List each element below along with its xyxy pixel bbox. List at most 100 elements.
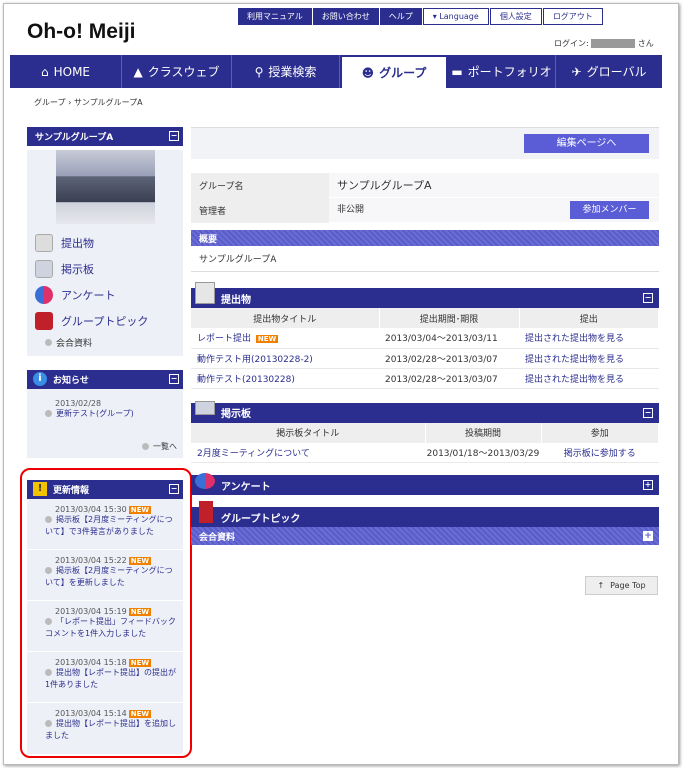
submission-title-link[interactable]: 動作テスト(20130228) [191,368,379,389]
column-header: 投稿期間 [425,422,542,443]
group-panel-body: 提出物 掲示板 アンケート グループトピック 会合資料 [27,150,183,356]
sidebar-item-board[interactable]: 掲示板 [27,256,183,282]
nav-home[interactable]: ⌂ HOME [10,55,122,88]
utility-links: 利用マニュアル お問い合わせ ヘルプ ▾ Language 個人設定 ログアウト [238,8,604,25]
logout-link[interactable]: ログアウト [542,8,603,25]
notice-date: 2013/02/28 [55,399,102,408]
submission-title-link[interactable]: レポート提出 [197,334,251,344]
submissions-title: 提出物 [221,294,251,306]
folder-icon: ▬ [451,64,463,79]
edit-page-button[interactable]: 編集ページへ [524,134,649,153]
manual-link[interactable]: 利用マニュアル [238,8,312,25]
breadcrumb: グループ › サンプルグループA [34,97,143,108]
board-icon [195,400,215,415]
sidebar-item-meeting[interactable]: 会合資料 [27,334,183,350]
notice-more-link[interactable]: 一覧へ [27,441,183,452]
logo[interactable]: Oh-o! Meiji [27,20,136,44]
submission-period: 2013/02/28〜2013/03/07 [379,368,519,389]
nav-global[interactable]: ✈ グローバル [556,55,662,88]
qa-icon [195,473,215,489]
table-row: レポート提出 NEW 2013/03/04〜2013/03/11 提出された提出… [191,328,659,349]
submission-period: 2013/02/28〜2013/03/07 [379,348,519,369]
sidebar-item-submissions[interactable]: 提出物 [27,230,183,256]
expand-icon[interactable]: + [643,480,653,490]
submission-title-link[interactable]: 動作テスト用(20130228-2) [191,348,379,369]
collapse-icon[interactable]: − [169,131,179,141]
survey-header[interactable]: アンケート + [191,473,659,495]
survey-title: アンケート [221,481,271,493]
contact-link[interactable]: お問い合わせ [312,8,379,25]
notice-body: 2013/02/28 更新テスト(グループ) 一覧へ [27,389,183,458]
nav-label: ポートフォリオ [467,65,552,79]
login-info: ログイン: さん [554,38,654,49]
main-content: 編集ページへ グループ名 サンプルグループA 管理者 非公開 参加メンバー 概要… [191,127,659,545]
new-badge: NEW [255,335,279,344]
nav-group[interactable]: ☻ グループ [340,55,448,88]
breadcrumb-current: サンプルグループA [73,98,143,107]
help-link[interactable]: ヘルプ [379,8,422,25]
nav-label: 授業検索 [268,65,317,79]
sidebar-item-label: 提出物 [61,237,94,250]
join-board-link[interactable]: 掲示板に参加する [541,442,659,463]
meeting-title: 会合資料 [199,532,236,543]
overview-header: 概要 [191,230,659,246]
qa-icon [35,286,53,304]
members-button[interactable]: 参加メンバー [570,201,649,219]
board-title-link[interactable]: 2月度ミーティングについて [191,442,425,463]
nav-label: クラスウェブ [147,65,220,79]
edit-bar: 編集ページへ [191,127,659,159]
notice-item[interactable]: 更新テスト(グループ) [27,408,183,419]
sidebar-item-label: グループトピック [61,315,149,328]
document-icon [35,234,53,252]
notice-title: お知らせ [53,376,89,386]
group-panel-header: サンプルグループA − [27,127,183,146]
column-header: 提出物タイトル [191,308,380,328]
nav-search[interactable]: ⚲ 授業検索 [232,55,340,88]
group-name-value: サンプルグループA [337,179,432,192]
breadcrumb-root[interactable]: グループ [34,98,66,107]
group-photo [56,150,155,224]
expand-icon[interactable]: + [643,531,653,541]
notice-text: 更新テスト(グループ) [56,409,134,418]
collapse-icon[interactable]: − [169,374,179,384]
login-label: ログイン: [554,39,589,48]
column-header: 掲示板タイトル [191,422,426,443]
table-header-row: 掲示板タイトル 投稿期間 参加 [191,422,659,443]
submission-period: 2013/03/04〜2013/03/11 [379,328,519,349]
nav-label: HOME [53,64,91,79]
login-suffix: さん [637,39,654,48]
document-icon [195,282,215,304]
board-title: 掲示板 [221,409,251,420]
topic-header[interactable]: グループトピック [191,501,659,527]
settings-link[interactable]: 個人設定 [489,8,542,25]
admin-value: 非公開 [337,205,365,215]
collapse-icon[interactable]: − [643,407,653,418]
nav-portfolio[interactable]: ▬ ポートフォリオ [448,55,556,88]
view-submissions-link[interactable]: 提出された提出物を見る [519,328,659,349]
meeting-header[interactable]: 会合資料 + [191,527,659,545]
notice-header: i お知らせ − [27,370,183,389]
board-icon [35,260,53,278]
group-name-label: グループ名 [191,172,329,198]
language-dropdown[interactable]: ▾ Language [422,8,489,25]
sidebar-item-survey[interactable]: アンケート [27,282,183,308]
mortarboard-icon: ▲ [133,64,143,79]
people-icon: ☻ [361,65,375,80]
nav-label: グローバル [586,65,647,79]
view-submissions-link[interactable]: 提出された提出物を見る [519,368,659,389]
bullet-icon [45,410,52,417]
more-label: 一覧へ [153,442,177,451]
page-top-button[interactable]: ↑ Page Top [585,576,658,595]
submissions-header: 提出物 − [191,282,659,308]
sidebar-item-label: アンケート [61,289,116,302]
table-row: 動作テスト(20130228) 2013/02/28〜2013/03/07 提出… [191,368,659,389]
nav-classweb[interactable]: ▲ クラスウェブ [122,55,232,88]
collapse-icon[interactable]: − [643,293,653,303]
view-submissions-link[interactable]: 提出された提出物を見る [519,348,659,369]
search-icon: ⚲ [254,64,264,79]
sidebar-item-topic[interactable]: グループトピック [27,308,183,334]
notebook-icon [199,501,213,523]
breadcrumb-separator: › [68,98,72,107]
arrow-up-icon: ↑ [597,581,605,590]
table-row: 動作テスト用(20130228-2) 2013/02/28〜2013/03/07… [191,348,659,369]
